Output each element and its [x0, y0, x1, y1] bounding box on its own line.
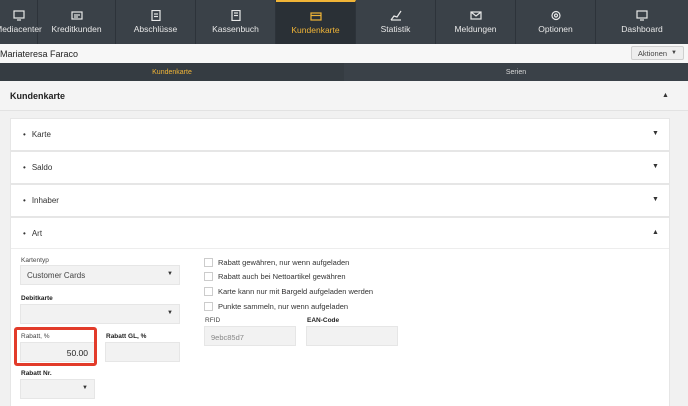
chevron-down-icon: ▼	[167, 271, 173, 277]
nav-meldungen[interactable]: Meldungen	[436, 0, 516, 44]
chevron-up-icon[interactable]: ▲	[662, 92, 669, 99]
highlight-box	[14, 327, 97, 366]
ean-input[interactable]	[306, 326, 398, 346]
panel-title: Art	[23, 229, 42, 238]
rfid-label: RFID	[205, 317, 221, 324]
nav-label: Mediacenter	[0, 24, 42, 34]
tab-kundenkarte[interactable]: Kundenkarte	[0, 63, 344, 81]
checkbox-rabatt-aufgeladen[interactable]: Rabatt gewähren, nur wenn aufgeladen	[204, 257, 349, 267]
kartentyp-select[interactable]: Customer Cards ▼	[20, 265, 180, 285]
nav-kassenbuch[interactable]: Kassenbuch	[196, 0, 276, 44]
checkbox-bargeld[interactable]: Karte kann nur mit Bargeld aufgeladen we…	[204, 286, 373, 296]
kartentyp-value: Customer Cards	[27, 271, 86, 280]
chevron-up-icon[interactable]: ▲	[652, 229, 659, 236]
nav-label: Abschlüsse	[133, 24, 178, 34]
nav-label: Optionen	[538, 24, 573, 34]
panel-title: Inhaber	[23, 196, 59, 205]
ean-label: EAN-Code	[307, 317, 340, 324]
mail-icon	[469, 11, 482, 20]
nav-label: Dashboard	[621, 24, 663, 34]
rabatt-gl-label: Rabatt GL, %	[106, 333, 147, 340]
chevron-down-icon[interactable]: ▼	[652, 130, 659, 137]
checkbox-label: Rabatt auch bei Nettoartikel gewähren	[218, 271, 346, 281]
customer-card-icon	[309, 12, 322, 21]
panel-karte[interactable]: Karte ▼	[10, 118, 670, 151]
chart-icon	[390, 10, 401, 21]
chevron-down-icon[interactable]: ▼	[652, 163, 659, 170]
sub-tabs: Kundenkarte Serien	[0, 63, 688, 81]
debitkarte-label: Debitkarte	[21, 295, 53, 302]
tab-serien[interactable]: Serien	[344, 63, 688, 81]
nav-label: Statistik	[380, 24, 411, 34]
panel-inhaber[interactable]: Inhaber ▼	[10, 184, 670, 217]
rabatt-nr-label: Rabatt Nr.	[21, 370, 52, 377]
gear-icon	[550, 10, 561, 21]
debitkarte-select[interactable]: ▼	[20, 304, 180, 324]
rfid-input: 9ebc85d7	[204, 326, 296, 346]
checkbox-rabatt-netto[interactable]: Rabatt auch bei Nettoartikel gewähren	[204, 271, 346, 281]
nav-statistik[interactable]: Statistik	[356, 0, 436, 44]
nav-label: Kundenkarte	[291, 25, 340, 35]
nav-label: Meldungen	[454, 24, 497, 34]
panel-title: Saldo	[23, 163, 52, 172]
checkbox[interactable]	[204, 286, 213, 296]
dashboard-icon	[636, 10, 648, 21]
panel-title: Karte	[23, 130, 51, 139]
kartentyp-label: Kartentyp	[21, 257, 49, 264]
nav-optionen[interactable]: Optionen	[516, 0, 596, 44]
page-title: Mariateresa Faraco	[0, 49, 79, 59]
checkbox-label: Karte kann nur mit Bargeld aufgeladen we…	[218, 286, 374, 296]
rabatt-gl-input[interactable]	[105, 342, 180, 362]
document-icon	[150, 10, 161, 21]
section-title: Kundenkarte	[10, 91, 66, 101]
monitor-icon	[12, 10, 25, 21]
nav-label: Kreditkunden	[51, 24, 102, 34]
actions-dropdown-button[interactable]: Aktionen ▼	[630, 46, 684, 60]
checkbox-label: Rabatt gewähren, nur wenn aufgeladen	[218, 257, 350, 267]
book-icon	[230, 10, 241, 21]
chevron-down-icon: ▼	[671, 50, 677, 56]
checkbox[interactable]	[204, 257, 213, 267]
nav-abschluesse[interactable]: Abschlüsse	[116, 0, 196, 44]
nav-mediacenter[interactable]: Mediacenter	[0, 0, 42, 44]
rfid-value: 9ebc85d7	[211, 333, 244, 342]
checkbox-punkte[interactable]: Punkte sammeln, nur wenn aufgeladen	[204, 301, 348, 311]
checkbox-label: Punkte sammeln, nur wenn aufgeladen	[218, 301, 349, 311]
nav-kreditkunden[interactable]: Kreditkunden	[38, 0, 116, 44]
nav-dashboard[interactable]: Dashboard	[596, 0, 688, 44]
rabatt-nr-select[interactable]: ▼	[20, 379, 95, 399]
nav-kundenkarte[interactable]: Kundenkarte	[276, 0, 356, 44]
header-row: Mariateresa Faraco Aktionen ▼	[0, 44, 688, 63]
card-icon	[70, 11, 83, 20]
chevron-down-icon[interactable]: ▼	[652, 196, 659, 203]
actions-label: Aktionen	[637, 48, 668, 58]
top-navigation: Mediacenter Kreditkunden Abschlüsse Kass…	[0, 0, 688, 44]
section-header[interactable]: Kundenkarte ▲	[0, 81, 688, 111]
nav-label: Kassenbuch	[212, 24, 259, 34]
checkbox[interactable]	[204, 271, 213, 281]
checkbox[interactable]	[204, 301, 213, 311]
chevron-down-icon: ▼	[167, 310, 173, 316]
chevron-down-icon: ▼	[82, 385, 88, 391]
panel-saldo[interactable]: Saldo ▼	[10, 151, 670, 184]
